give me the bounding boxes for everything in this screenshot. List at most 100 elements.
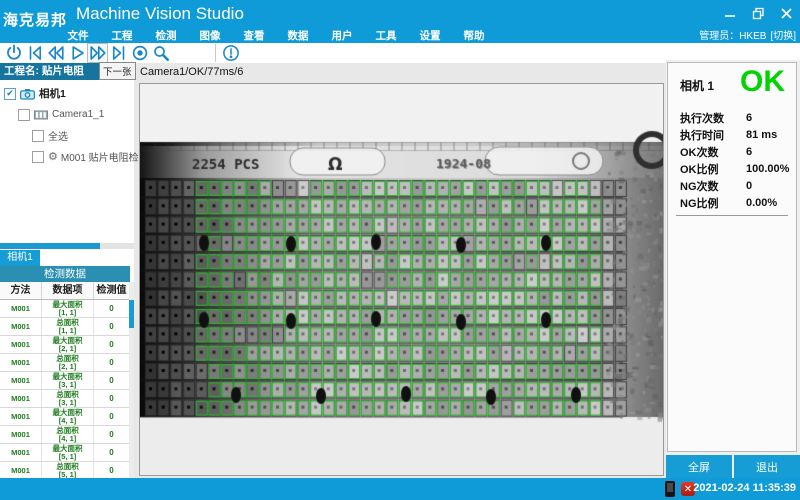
detection-data-title: 检测数据 bbox=[0, 266, 130, 282]
last-image-button[interactable] bbox=[108, 43, 129, 63]
menu-bar: 文件 工程 检测 图像 查看 数据 用户 工具 设置 帮助 管理员：HKEB [… bbox=[0, 30, 800, 43]
vertical-scrollbar-thumb[interactable] bbox=[129, 300, 134, 328]
stat-row: NG次数 0 bbox=[668, 177, 798, 194]
camera-icon bbox=[20, 88, 35, 100]
detection-table-body: M001最大面积[1, 1]0M001总面积[1, 1]0M001最大面积[2,… bbox=[0, 300, 130, 478]
tree-item-label: M001 贴片电阻检测 bbox=[61, 149, 149, 164]
viewer-header: Camera1/OK/77ms/6 bbox=[140, 66, 243, 78]
fast-forward-icon bbox=[89, 44, 107, 62]
panel-buttons: 全屏 退出 bbox=[666, 455, 800, 478]
stats-divider bbox=[676, 215, 788, 216]
m001-checkbox[interactable] bbox=[32, 151, 44, 163]
table-row[interactable]: M001最大面积[5, 1]0 bbox=[0, 444, 130, 462]
menu-view[interactable]: 查看 bbox=[232, 30, 276, 43]
stats-list: 执行次数 6 执行时间 81 ms OK次数 6 OK比例 100.00% NG… bbox=[668, 109, 798, 211]
first-image-button[interactable] bbox=[24, 43, 45, 63]
table-row[interactable]: M001总面积[1, 1]0 bbox=[0, 318, 130, 336]
stat-row: 执行时间 81 ms bbox=[668, 126, 798, 143]
tree-item-label: 相机1 bbox=[39, 86, 66, 101]
window-title: Machine Vision Studio bbox=[76, 4, 244, 24]
col-item: 数据项 bbox=[42, 282, 94, 299]
fullscreen-button[interactable]: 全屏 bbox=[666, 455, 732, 478]
menu-settings[interactable]: 设置 bbox=[408, 30, 452, 43]
status-bar: ✕ 2021-02-24 11:35:39 bbox=[0, 478, 800, 500]
minimize-icon bbox=[724, 7, 736, 19]
film-icon bbox=[34, 110, 48, 120]
stat-row: 执行次数 6 bbox=[668, 109, 798, 126]
table-row[interactable]: M001最大面积[2, 1]0 bbox=[0, 336, 130, 354]
close-button[interactable] bbox=[776, 4, 796, 22]
run-button[interactable] bbox=[66, 43, 87, 63]
stat-row: OK比例 100.00% bbox=[668, 160, 798, 177]
tree-item-label: 全选 bbox=[48, 128, 68, 143]
prev-image-button[interactable] bbox=[45, 43, 66, 63]
record-button[interactable] bbox=[129, 43, 150, 63]
record-icon bbox=[131, 44, 149, 62]
stat-row: OK次数 6 bbox=[668, 143, 798, 160]
camera-image bbox=[140, 84, 663, 475]
tree-item-select-all[interactable]: 全选 bbox=[0, 125, 134, 146]
tree-item-m001[interactable]: ⚙ M001 贴片电阻检测 bbox=[0, 146, 134, 167]
menu-detect[interactable]: 检测 bbox=[144, 30, 188, 43]
menu-user[interactable]: 用户 bbox=[320, 30, 364, 43]
menu-tools[interactable]: 工具 bbox=[364, 30, 408, 43]
stats-camera-label: 相机 1 bbox=[680, 77, 714, 94]
table-row[interactable]: M001总面积[4, 1]0 bbox=[0, 426, 130, 444]
power-icon bbox=[5, 44, 23, 62]
table-row[interactable]: M001最大面积[4, 1]0 bbox=[0, 408, 130, 426]
menu-image[interactable]: 图像 bbox=[188, 30, 232, 43]
play-icon bbox=[68, 44, 86, 62]
vertical-scrollbar[interactable] bbox=[129, 282, 134, 478]
status-timestamp: 2021-02-24 11:35:39 bbox=[693, 482, 796, 494]
zoom-button[interactable] bbox=[150, 43, 171, 63]
title-bar: 海克易邦 Machine Vision Studio bbox=[0, 0, 800, 30]
skip-last-icon bbox=[110, 44, 128, 62]
result-text: OK bbox=[740, 65, 785, 99]
exit-button[interactable]: 退出 bbox=[734, 455, 800, 478]
menu-help[interactable]: 帮助 bbox=[452, 30, 496, 43]
rewind-icon bbox=[47, 44, 65, 62]
table-row[interactable]: M001总面积[2, 1]0 bbox=[0, 354, 130, 372]
switch-user-link[interactable]: [切换] bbox=[770, 30, 796, 43]
table-header: 方法 数据项 检测值 bbox=[0, 282, 130, 300]
camera1-1-checkbox[interactable] bbox=[18, 109, 30, 121]
select-all-checkbox[interactable] bbox=[32, 130, 44, 142]
gear-icon: ⚙ bbox=[48, 152, 58, 162]
power-button[interactable] bbox=[3, 43, 24, 63]
tree-item-camera1-1[interactable]: Camera1_1 bbox=[0, 104, 134, 125]
camera-viewport[interactable] bbox=[139, 83, 664, 476]
minimize-button[interactable] bbox=[720, 4, 740, 22]
search-icon bbox=[152, 44, 170, 62]
horizontal-scrollbar[interactable] bbox=[0, 243, 134, 249]
alarm-icon bbox=[222, 44, 240, 62]
stat-row: NG比例 0.00% bbox=[668, 194, 798, 211]
stats-panel: 相机 1 OK 执行次数 6 执行时间 81 ms OK次数 6 OK比例 10… bbox=[666, 60, 800, 478]
device-icon[interactable] bbox=[665, 481, 675, 497]
close-icon bbox=[780, 7, 793, 20]
col-value: 检测值 bbox=[94, 282, 130, 299]
project-tree: ✔ 相机1 Camera1_1 全选 ⚙ M001 贴片电阻检测 bbox=[0, 83, 134, 167]
app-logo: 海克易邦 bbox=[3, 9, 67, 30]
stats-card: 相机 1 OK 执行次数 6 执行时间 81 ms OK次数 6 OK比例 10… bbox=[667, 62, 797, 452]
tab-camera1[interactable]: 相机1 bbox=[0, 250, 40, 266]
table-row[interactable]: M001最大面积[1, 1]0 bbox=[0, 300, 130, 318]
admin-label: 管理员：HKEB bbox=[699, 30, 766, 43]
col-method: 方法 bbox=[0, 282, 42, 299]
restore-button[interactable] bbox=[748, 4, 768, 22]
horizontal-scrollbar-thumb[interactable] bbox=[0, 243, 100, 249]
toolbar-separator bbox=[215, 44, 216, 62]
alarm-button[interactable] bbox=[220, 43, 241, 63]
table-row[interactable]: M001最大面积[3, 1]0 bbox=[0, 372, 130, 390]
restore-icon bbox=[752, 7, 765, 20]
tree-item-label: Camera1_1 bbox=[52, 109, 104, 120]
menu-project[interactable]: 工程 bbox=[100, 30, 144, 43]
table-row[interactable]: M001总面积[5, 1]0 bbox=[0, 462, 130, 478]
menu-file[interactable]: 文件 bbox=[56, 30, 100, 43]
tree-item-camera1[interactable]: ✔ 相机1 bbox=[0, 83, 134, 104]
skip-first-icon bbox=[26, 44, 44, 62]
next-image-button[interactable] bbox=[87, 43, 108, 63]
project-panel: 工程名: 贴片电阻 ✔ 相机1 Camera1_1 全选 ⚙ M001 贴片电阻… bbox=[0, 63, 134, 478]
menu-data[interactable]: 数据 bbox=[276, 30, 320, 43]
camera1-checkbox[interactable]: ✔ bbox=[4, 88, 16, 100]
table-row[interactable]: M001总面积[3, 1]0 bbox=[0, 390, 130, 408]
